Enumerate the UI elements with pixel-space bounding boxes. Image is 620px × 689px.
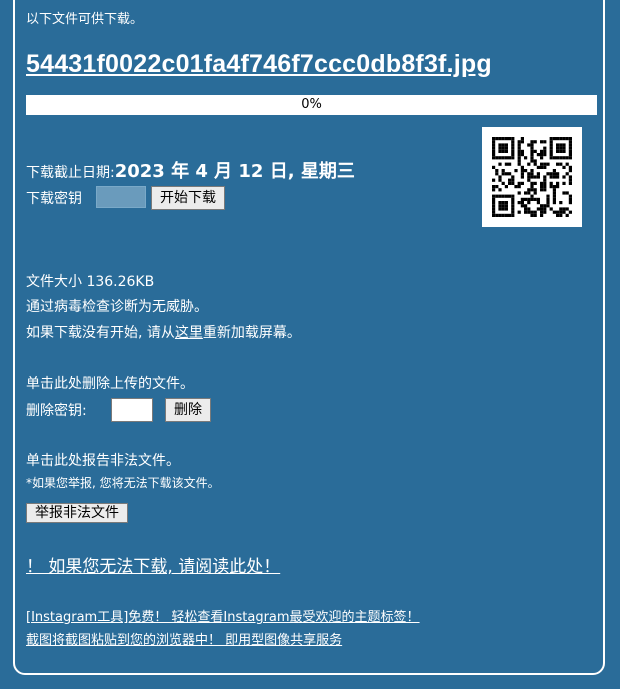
download-key-label: 下载密钥 [26, 191, 82, 207]
reload-suffix: 重新加载屏幕。 [202, 325, 301, 341]
deadline-label: 下载截止日期: [26, 165, 115, 181]
delete-key-input[interactable] [111, 398, 153, 422]
download-progress-bar: 0% [26, 95, 597, 115]
reload-prefix: 如果下载没有开始, 请从 [26, 325, 175, 341]
instagram-tool-ad-link[interactable]: [Instagram工具]免费！ 轻松查看Instagram最受欢迎的主题标签！ [26, 606, 420, 625]
cant-download-help-link[interactable]: ！ 如果您无法下载, 请阅读此处！ [26, 552, 280, 577]
progress-label: 0% [301, 97, 322, 112]
file-name-link[interactable]: 54431f0022c01fa4f746f7ccc0db8f3f.jpg [26, 50, 492, 79]
reload-instruction: 如果下载没有开始, 请从这里重新加载屏幕。 [26, 322, 301, 342]
delete-key-label: 删除密钥: [26, 403, 87, 419]
delete-button[interactable]: 删除 [165, 398, 211, 422]
virus-check-status: 通过病毒检查诊断为无威胁。 [26, 299, 208, 315]
intro-text: 以下文件可供下载。 [26, 12, 144, 27]
start-download-button[interactable]: 开始下载 [151, 186, 225, 210]
delete-file-title: 单击此处删除上传的文件。 [26, 376, 194, 392]
report-file-title: 单击此处报告非法文件。 [26, 453, 180, 469]
qr-code-image [492, 137, 572, 217]
report-note: *如果您举报, 您将无法下载该文件。 [26, 476, 220, 490]
screenshot-share-ad-link[interactable]: 截图将截图粘贴到您的浏览器中！ 即用型图像共享服务 [26, 629, 342, 648]
download-key-input[interactable] [96, 186, 146, 208]
qr-code-icon [482, 127, 582, 227]
file-size: 文件大小 136.26KB [26, 274, 155, 290]
report-illegal-file-button[interactable]: 举报非法文件 [26, 503, 128, 523]
reload-link[interactable]: 这里 [175, 325, 203, 341]
deadline-date: 2023 年 4 月 12 日, 星期三 [114, 161, 355, 182]
deadline-row: 下载截止日期:2023 年 4 月 12 日, 星期三 [26, 157, 355, 183]
